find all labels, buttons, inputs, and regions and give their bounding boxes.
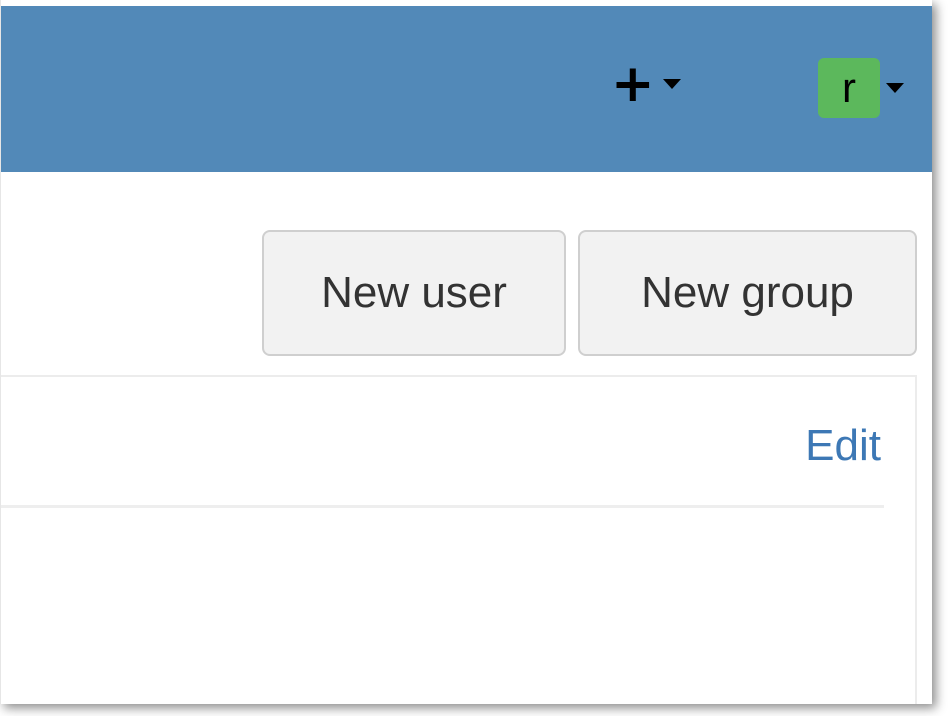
user-menu-button[interactable]: r — [818, 58, 904, 118]
panel-divider — [1, 505, 884, 508]
top-navigation-bar: + r — [1, 6, 932, 172]
plus-icon: + — [611, 54, 655, 114]
app-window: + r New user New group Edit — [0, 0, 932, 704]
new-group-label: New group — [641, 268, 854, 317]
new-user-label: New user — [321, 268, 507, 317]
edit-link[interactable]: Edit — [805, 421, 881, 471]
create-menu-button[interactable]: + — [611, 54, 681, 114]
chevron-down-icon — [886, 83, 904, 93]
new-group-button[interactable]: New group — [578, 230, 917, 356]
new-user-button[interactable]: New user — [262, 230, 566, 356]
avatar: r — [818, 58, 880, 118]
content-panel: Edit — [1, 375, 917, 704]
chevron-down-icon — [662, 79, 681, 89]
avatar-letter: r — [842, 64, 856, 111]
